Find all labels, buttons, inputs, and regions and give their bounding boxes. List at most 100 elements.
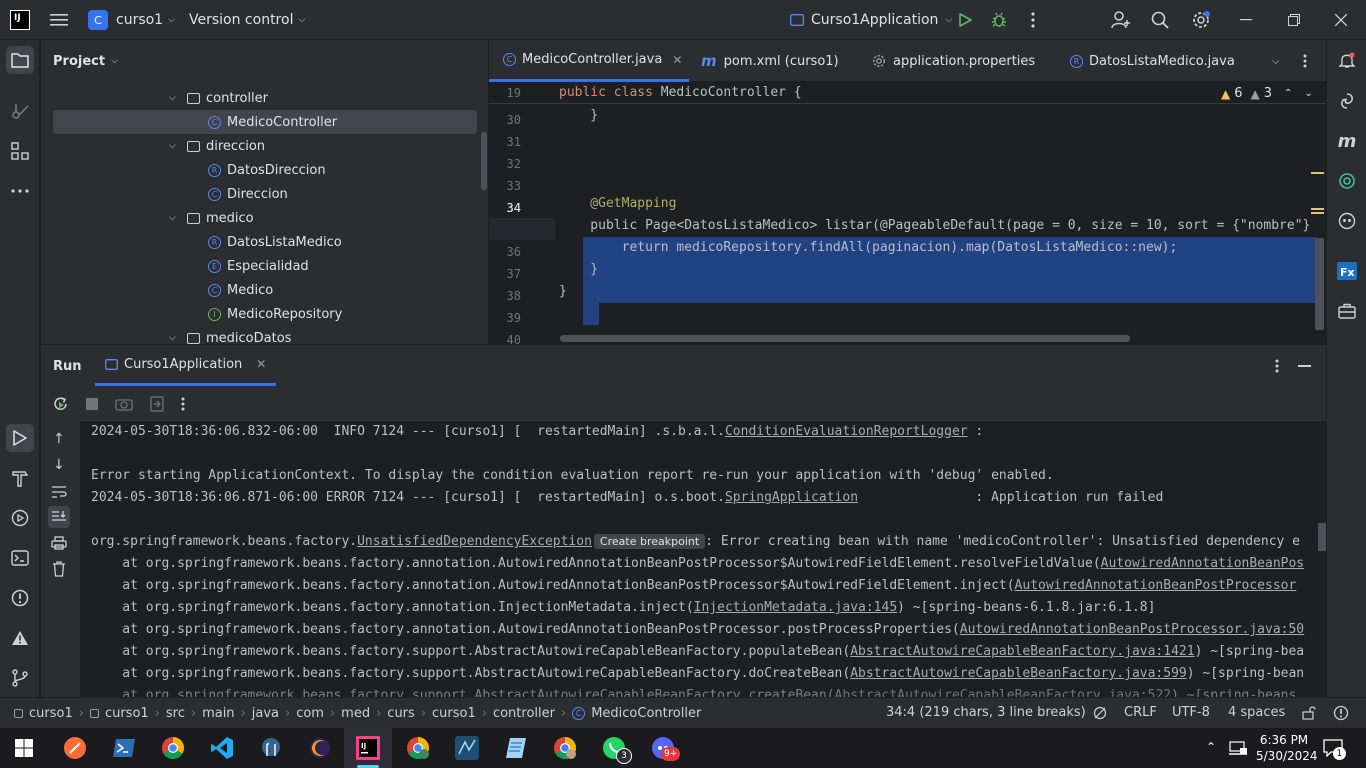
- breadcrumb-item[interactable]: curs: [387, 706, 415, 721]
- scroll-down-button[interactable]: ↓: [53, 457, 65, 473]
- taskbar-postman[interactable]: [61, 734, 89, 762]
- taskbar-chrome-2[interactable]: [551, 734, 579, 762]
- tree-item-medico[interactable]: ⌵ medico: [169, 206, 254, 230]
- more-tools-button[interactable]: [6, 177, 34, 205]
- breadcrumb-item[interactable]: curso1: [29, 706, 73, 721]
- toolbox-tool-button[interactable]: [1333, 297, 1361, 325]
- stacktrace-link[interactable]: AutowiredAnnotationBeanPostProcessor.jav…: [960, 622, 1304, 637]
- tree-item-medicodatos[interactable]: ⌵ medicoDatos: [169, 326, 291, 345]
- inspection-widget[interactable]: ▲ 6 ▲ 3 ⌃ ⌄: [1221, 86, 1313, 101]
- create-breakpoint-tooltip[interactable]: Create breakpoint: [593, 534, 706, 549]
- code-area[interactable]: 19 public class MedicoController { 30 31…: [489, 82, 1326, 344]
- code-with-me-button[interactable]: [1111, 0, 1131, 40]
- structure-tool-button[interactable]: [6, 137, 34, 165]
- class-link[interactable]: SpringApplication: [725, 490, 858, 505]
- stacktrace-link[interactable]: AutowiredAnnotationBeanPos: [1101, 556, 1305, 571]
- stacktrace-link[interactable]: AbstractAutowireCapableBeanFactory.java:…: [850, 666, 1187, 681]
- taskbar-discord[interactable]: 9+: [649, 734, 681, 762]
- tab-datoslistamedico[interactable]: R DatosListaMedico.java: [1070, 40, 1235, 82]
- minimize-panel-icon[interactable]: [1298, 365, 1311, 367]
- taskbar-vscode[interactable]: [208, 734, 236, 762]
- breadcrumb-item[interactable]: controller: [493, 706, 555, 721]
- print-button[interactable]: [51, 536, 67, 550]
- breadcrumb-item[interactable]: curso1: [105, 706, 149, 721]
- search-everywhere-button[interactable]: [1151, 0, 1169, 40]
- minimize-button[interactable]: [1240, 0, 1254, 40]
- clear-console-button[interactable]: [52, 561, 66, 577]
- more-vertical-icon[interactable]: [181, 397, 185, 411]
- vcs-selector[interactable]: Version control ⌵: [189, 0, 305, 40]
- scroll-to-end-button[interactable]: [48, 506, 70, 528]
- tree-item-medico-class[interactable]: C Medico: [208, 278, 273, 302]
- camera-icon[interactable]: [115, 397, 133, 411]
- close-icon[interactable]: ✕: [256, 357, 266, 371]
- tree-item-direccion-class[interactable]: C Direccion: [208, 182, 288, 206]
- start-button[interactable]: [10, 734, 38, 762]
- taskbar-mysql-workbench[interactable]: [453, 734, 481, 762]
- notifications-button[interactable]: [1333, 46, 1361, 74]
- taskbar-chrome-profile[interactable]: [404, 734, 432, 762]
- chevron-down-icon[interactable]: ⌄: [1304, 88, 1312, 99]
- file-encoding[interactable]: UTF-8: [1172, 705, 1210, 720]
- tree-item-medicocontroller[interactable]: C MedicoController: [53, 110, 477, 134]
- tree-item-direccion[interactable]: ⌵ direccion: [169, 134, 265, 158]
- scroll-up-button[interactable]: ↑: [53, 431, 65, 447]
- tree-item-datosdireccion[interactable]: R DatosDireccion: [208, 158, 326, 182]
- project-scrollbar[interactable]: [481, 132, 487, 190]
- project-panel-header[interactable]: Project ⌵: [41, 40, 488, 82]
- breadcrumb-item[interactable]: com: [296, 706, 324, 721]
- chatgpt-tool-button[interactable]: [1333, 167, 1361, 195]
- taskbar-intellij[interactable]: IJ: [354, 734, 382, 762]
- project-tool-button[interactable]: [6, 46, 34, 74]
- project-selector[interactable]: C curso1 ⌵: [88, 0, 175, 40]
- tab-medicocontroller[interactable]: C MedicoController.java ✕: [489, 40, 689, 82]
- breadcrumb-item[interactable]: MedicoController: [591, 706, 701, 721]
- class-link[interactable]: ConditionEvaluationReportLogger: [725, 424, 968, 439]
- taskbar-postgres[interactable]: [257, 734, 285, 762]
- error-stripe-marker[interactable]: [1311, 208, 1324, 210]
- tree-item-datoslistamedico[interactable]: R DatosListaMedico: [208, 230, 342, 254]
- indent-setting[interactable]: 4 spaces: [1228, 705, 1285, 720]
- taskbar-powershell[interactable]: [110, 734, 138, 762]
- maven-tool-button[interactable]: m: [1333, 127, 1361, 155]
- commit-tool-button[interactable]: [6, 97, 34, 125]
- editor-more-button[interactable]: [1303, 40, 1307, 82]
- vcs-status-icon[interactable]: [1093, 706, 1107, 720]
- restore-button[interactable]: [1288, 0, 1300, 40]
- tab-pom[interactable]: m pom.xml (curso1): [701, 40, 839, 82]
- tray-overflow-button[interactable]: ⌃: [1206, 740, 1216, 754]
- chevron-up-icon[interactable]: ⌃: [1284, 88, 1292, 99]
- close-icon[interactable]: ✕: [672, 53, 682, 67]
- build-tool-button[interactable]: [6, 464, 34, 492]
- tree-item-controller[interactable]: ⌵ controller: [169, 86, 268, 110]
- tree-item-medicorepository[interactable]: I MedicoRepository: [208, 302, 342, 326]
- console-scrollbar[interactable]: [1318, 523, 1326, 551]
- settings-button[interactable]: [1191, 0, 1211, 40]
- taskbar-notepad[interactable]: [502, 734, 530, 762]
- error-stripe-marker[interactable]: [1311, 172, 1324, 174]
- caret-position[interactable]: 34:4 (219 chars, 3 line breaks): [886, 705, 1086, 720]
- breadcrumb-item[interactable]: java: [252, 706, 279, 721]
- tabs-dropdown-button[interactable]: ⌵: [1272, 40, 1280, 82]
- copilot-tool-button[interactable]: [1333, 207, 1361, 235]
- rerun-icon[interactable]: [53, 396, 69, 412]
- taskbar-chrome[interactable]: [159, 734, 187, 762]
- readonly-toggle[interactable]: [1302, 706, 1316, 720]
- breadcrumb-item[interactable]: src: [166, 706, 185, 721]
- inspections-tool-button[interactable]: [6, 624, 34, 652]
- terminal-tool-button[interactable]: [6, 544, 34, 572]
- taskbar-eclipse[interactable]: [306, 734, 334, 762]
- more-actions-button[interactable]: [1031, 0, 1035, 40]
- problems-tool-button[interactable]: [6, 584, 34, 612]
- main-menu-button[interactable]: [50, 0, 68, 40]
- tree-item-especialidad[interactable]: E Especialidad: [208, 254, 309, 278]
- run-config-selector[interactable]: Curso1Application ⌵: [790, 0, 952, 40]
- exception-link[interactable]: UnsatisfiedDependencyException: [357, 534, 592, 549]
- close-window-button[interactable]: [1335, 0, 1347, 40]
- run-button[interactable]: [958, 0, 972, 40]
- action-center-button[interactable]: 1: [1323, 739, 1346, 760]
- stacktrace-link[interactable]: AbstractAutowireCapableBeanFactory.java:…: [850, 644, 1194, 659]
- stacktrace-link[interactable]: AutowiredAnnotationBeanPostProcessor: [1015, 578, 1297, 593]
- services-tool-button[interactable]: [6, 504, 34, 532]
- run-more-button[interactable]: [1275, 359, 1279, 373]
